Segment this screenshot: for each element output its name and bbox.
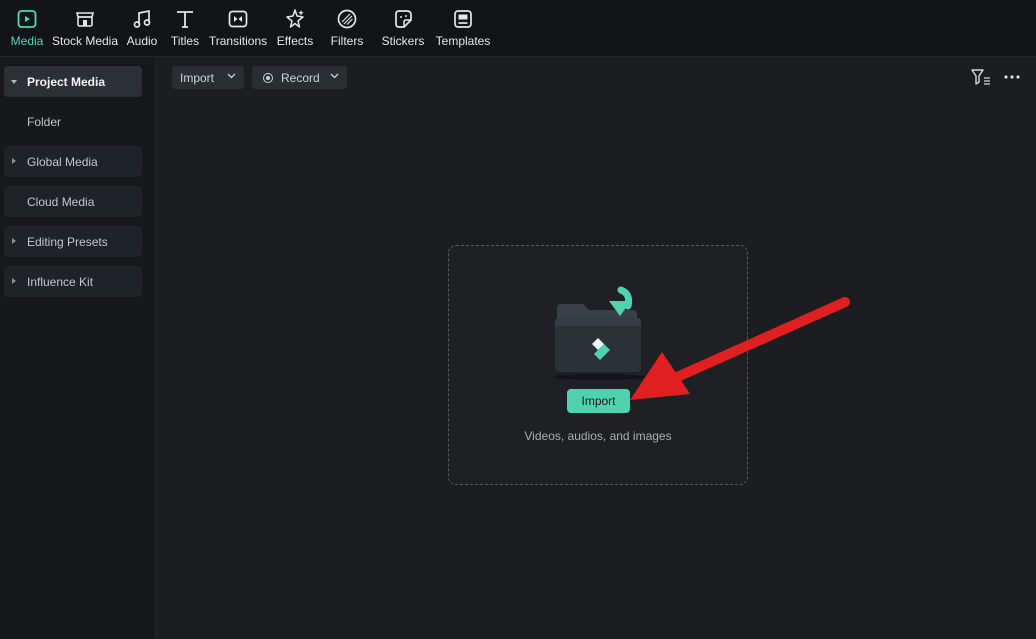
tab-titles-label: Titles [170,34,200,48]
import-dropdown-label: Import [180,70,215,85]
media-panel-window: Media Stock Media Audio Titles Transitio… [0,0,1036,639]
sidebar-item-project-media[interactable]: Project Media [4,66,142,97]
sidebar-item-label: Influence Kit [27,274,94,289]
sidebar-item-label: Editing Presets [27,234,108,249]
tab-media[interactable]: Media [4,0,50,57]
stock-media-icon [75,12,95,27]
sidebar-item-folder[interactable]: Folder [4,106,142,137]
record-dropdown[interactable]: Record [252,66,347,89]
chevron-down-icon [227,73,236,79]
tab-templates[interactable]: Templates [432,0,494,57]
tab-templates-label: Templates [435,34,491,48]
sticker-icon [395,10,412,28]
more-options-icon[interactable] [1003,69,1021,85]
tab-audio-label: Audio [126,34,158,48]
chevron-down-icon [330,73,339,79]
tab-transitions-label: Transitions [208,34,268,48]
record-dropdown-label: Record [281,70,320,85]
record-icon [263,72,273,83]
dropzone-hint-text: Videos, audios, and images [524,429,672,443]
tab-filters[interactable]: Filters [320,0,374,57]
sidebar-item-label: Cloud Media [27,194,95,209]
tab-effects-label: Effects [276,34,314,48]
sidebar: Project Media Folder Global Media Cloud … [0,57,156,639]
tab-transitions[interactable]: Transitions [206,0,270,57]
filter-funnel-icon[interactable] [971,69,991,85]
sidebar-item-label: Global Media [27,154,98,169]
tab-stock-media[interactable]: Stock Media [50,0,120,57]
tab-filters-label: Filters [330,34,364,48]
tab-titles[interactable]: Titles [164,0,206,57]
tab-stickers-label: Stickers [381,34,425,48]
folder-import-icon [553,286,645,380]
media-subtoolbar: Import Record [157,57,1036,99]
import-dropzone[interactable]: Import Videos, audios, and images [448,245,748,485]
sidebar-item-cloud-media[interactable]: Cloud Media [4,186,142,217]
tab-media-label: Media [10,34,44,48]
sidebar-item-influence-kit[interactable]: Influence Kit [4,266,142,297]
top-toolbar: Media Stock Media Audio Titles Transitio… [0,0,1036,57]
music-note-icon [133,9,151,28]
import-button[interactable]: Import [567,389,630,413]
sidebar-item-label: Project Media [27,74,106,89]
import-dropdown[interactable]: Import [172,66,244,89]
tab-effects[interactable]: Effects [270,0,320,57]
tab-stickers[interactable]: Stickers [374,0,432,57]
caret-down-icon [11,80,17,84]
tab-audio[interactable]: Audio [120,0,164,57]
sparkle-effects-icon [286,9,304,28]
caret-right-icon [12,278,16,284]
sidebar-item-label: Folder [27,114,62,129]
sidebar-item-global-media[interactable]: Global Media [4,146,142,177]
tab-stock-media-label: Stock Media [51,34,119,48]
text-t-icon [177,11,193,28]
sidebar-item-editing-presets[interactable]: Editing Presets [4,226,142,257]
media-icon [17,10,37,28]
caret-right-icon [12,238,16,244]
filter-circle-icon [337,9,357,29]
template-icon [454,10,472,28]
caret-right-icon [12,158,16,164]
transition-icon [228,10,248,28]
